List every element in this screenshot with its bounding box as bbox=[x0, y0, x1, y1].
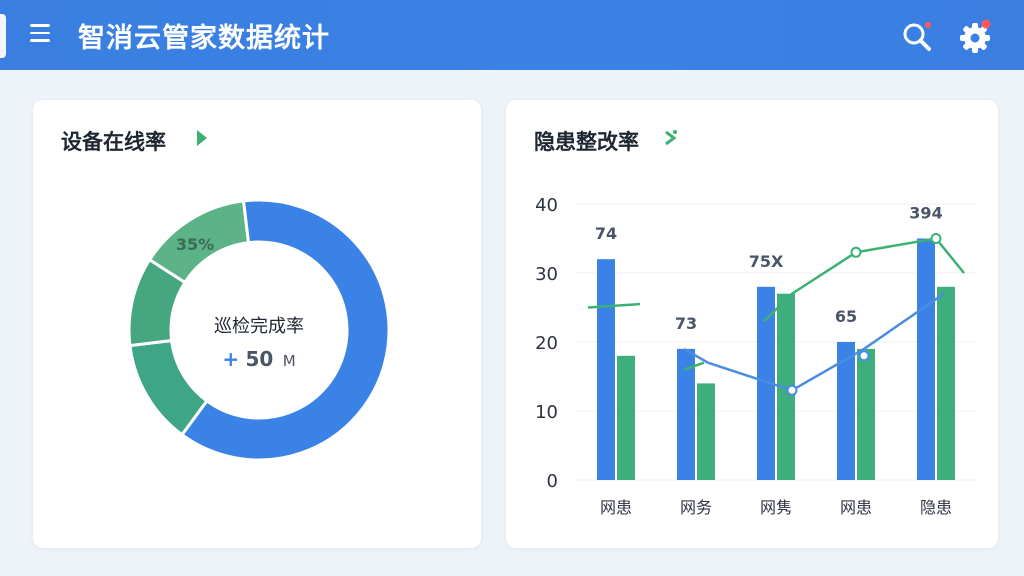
donut-chart: 35% 巡检完成率 + 50 M bbox=[127, 198, 391, 462]
bar-series2[interactable] bbox=[617, 355, 635, 480]
donut-center-unit: M bbox=[283, 352, 296, 370]
x-tick-label: 网隽 bbox=[760, 498, 792, 517]
line-point[interactable] bbox=[858, 350, 870, 362]
device-online-rate-card: 设备在线率 35% 巡检完成率 + 50 M bbox=[33, 100, 481, 548]
bar-data-label: 75X bbox=[749, 252, 784, 271]
y-tick-label: 30 bbox=[535, 264, 558, 285]
donut-center-value: + 50 M bbox=[222, 347, 295, 371]
sidebar-toggle-tab[interactable] bbox=[0, 14, 6, 58]
search-notification-dot bbox=[925, 22, 931, 28]
bar-data-label: 65 bbox=[835, 307, 857, 326]
bar-data-label: 74 bbox=[595, 224, 617, 243]
bar-data-label: 394 bbox=[909, 204, 942, 223]
bar-series2[interactable] bbox=[697, 383, 715, 480]
app-title: 智消云管家数据统计 bbox=[78, 23, 330, 54]
bar-chart: 0 10 20 30 40 74 73 75X 65 394 网患 网务 网隽 网患 隐患 bbox=[535, 195, 976, 517]
y-tick-label: 40 bbox=[535, 195, 558, 216]
donut-center-prefix: + bbox=[222, 347, 239, 371]
line-point[interactable] bbox=[850, 246, 862, 258]
trend-line bbox=[587, 302, 641, 309]
bar-series2[interactable] bbox=[937, 286, 955, 480]
x-tick-label: 网患 bbox=[600, 498, 632, 517]
y-tick-label: 20 bbox=[535, 333, 558, 354]
line-point[interactable] bbox=[786, 384, 798, 396]
hamburger-menu-icon[interactable] bbox=[30, 24, 52, 46]
bar-series2[interactable] bbox=[857, 348, 875, 480]
slice-percent-label: 35% bbox=[176, 235, 214, 254]
app-header: 智消云管家数据统计 bbox=[0, 0, 1024, 70]
bar-data-label: 73 bbox=[675, 314, 697, 333]
settings-notification-dot bbox=[981, 19, 991, 29]
gear-icon[interactable] bbox=[956, 17, 994, 55]
y-tick-label: 0 bbox=[547, 471, 558, 492]
x-tick-label: 网患 bbox=[840, 498, 872, 517]
bar-series1[interactable] bbox=[597, 259, 615, 480]
donut-center-label: 巡检完成率 bbox=[214, 316, 304, 337]
x-tick-label: 网务 bbox=[680, 498, 712, 517]
donut-center-number: 50 bbox=[245, 347, 273, 371]
bar-series1[interactable] bbox=[917, 238, 935, 481]
hazard-rectification-card: 隐患整改率 0 10 20 30 40 74 73 75X 65 394 网患 网务 网隽 网患 隐患 bbox=[506, 100, 998, 548]
search-icon[interactable] bbox=[898, 17, 936, 55]
line-point[interactable] bbox=[930, 233, 942, 244]
x-tick-label: 隐患 bbox=[920, 498, 952, 517]
y-tick-label: 10 bbox=[535, 402, 558, 423]
